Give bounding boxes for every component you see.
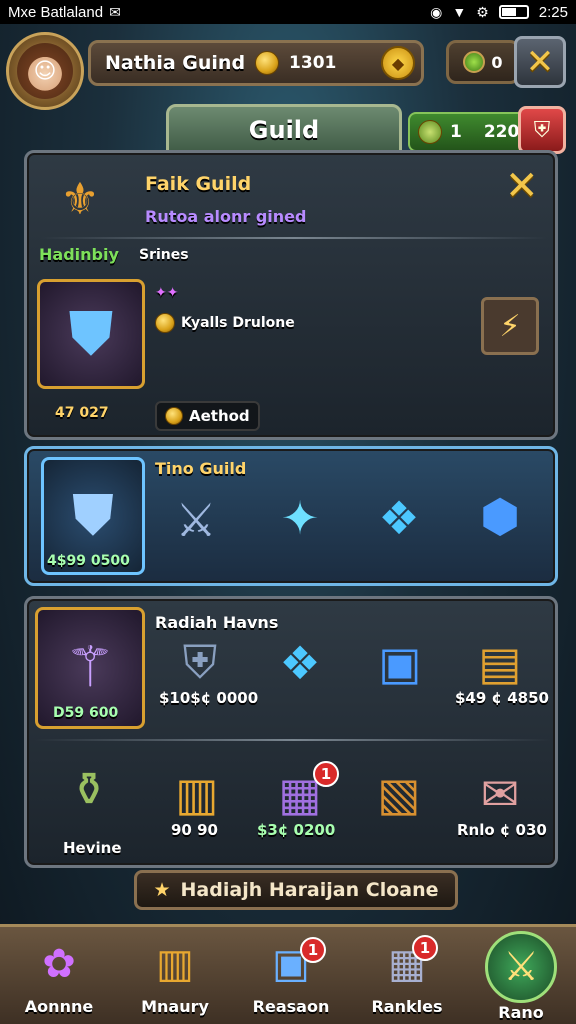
reward-row: Kyalls Drulone (155, 313, 295, 333)
bottom-nav: ✿ Aonnne ▥ Mnaury ▣ 1 Reasaon ▦ 1 Rankle… (0, 924, 576, 1024)
nav-item-5[interactable]: ⚔ Rano (466, 931, 576, 1024)
armor-icon: ⛊ (72, 483, 114, 548)
wifi-icon: ▼ (452, 4, 467, 20)
player-name-plate: Nathia Guind 1301 ◆ (88, 40, 424, 86)
carrier-text: Mxe Batlaland (8, 3, 104, 21)
radiah-title: Radiah Havns (155, 613, 279, 632)
player-avatar[interactable]: ☺ (6, 32, 84, 110)
nav-label: Rano (498, 1003, 544, 1022)
divider (41, 237, 547, 239)
nav-item-4[interactable]: ▦ 1 Rankles (352, 935, 462, 1024)
nav-label: Mnaury (141, 997, 209, 1016)
crate-icon[interactable]: ▧ (367, 759, 431, 829)
tino-guild-panel: ⛊ 4$99 0500 Tino Guild ⚔ ✦ ❖ ⬢ (24, 446, 558, 586)
relic-icon[interactable]: ⚱ (51, 751, 127, 827)
radiah-panel: ⚚ D59 600 Radiah Havns ⛨ $10$¢ 0000 ❖ ▣ … (24, 596, 558, 868)
potion-icon (463, 51, 486, 73)
notification-badge: 1 (313, 761, 339, 787)
rarity-marker: ✦✦ (155, 285, 179, 301)
armor-icon: ⛊ (68, 299, 114, 369)
potion-count: 0 (491, 52, 503, 72)
coin-icon (155, 313, 175, 333)
gem-icon[interactable]: ⬢ (463, 481, 537, 551)
shard-icon[interactable]: ❖ (367, 483, 431, 553)
guild-subtitle: Rutoa alonr gined (145, 207, 307, 226)
notification-badge: 1 (412, 935, 438, 961)
swords-icon: ⚔ (485, 931, 557, 1003)
price-2: $49 ¢ 4850 (455, 689, 549, 707)
gift-box-icon[interactable]: ✉ (465, 759, 535, 829)
price-1: $10$¢ 0000 (159, 689, 259, 707)
tino-title: Tino Guild (155, 459, 247, 478)
nav-item-3[interactable]: ▣ 1 Reasaon (236, 935, 346, 1024)
sword-icon[interactable]: ⚔ (159, 485, 233, 555)
chest-icon[interactable]: ▥ (165, 759, 229, 829)
row2-label-5: Rnlo ¢ 030 (457, 821, 547, 839)
status-bar: Mxe Batlaland ✉ ◉ ▼ ⚙ 2:25 (0, 0, 576, 24)
nav-label: Aonnne (24, 997, 94, 1016)
settings-icon: ⚙ (476, 3, 489, 20)
crystal-icon: ✿ (42, 941, 76, 987)
close-icon[interactable]: ✕ (505, 163, 539, 209)
notification-icon: ✉ (109, 3, 121, 20)
divider (35, 739, 551, 741)
tino-item-value: 4$99 0500 (47, 553, 130, 569)
row2-label-2: 90 90 (171, 821, 218, 839)
method-button[interactable]: Aethod (155, 401, 260, 431)
featured-item-frame[interactable]: ⛊ (37, 279, 145, 389)
staff-icon: ⚚ (64, 635, 116, 700)
close-button[interactable]: ✕ (514, 36, 566, 88)
row2-label-3: $3¢ 0200 (257, 821, 336, 839)
upgrade-button[interactable]: ⚡ (481, 297, 539, 355)
method-label: Aethod (189, 407, 250, 425)
potion-counter[interactable]: 0 (446, 40, 520, 84)
nav-item-1[interactable]: ✿ Aonnne (4, 935, 114, 1024)
leaf-coin-icon (418, 120, 442, 144)
clock: 2:25 (538, 3, 568, 21)
shield-icon[interactable]: ⛨ (518, 106, 566, 154)
row2-label-1: Hevine (63, 839, 122, 857)
gold-amount: 1301 (289, 53, 337, 73)
item-value: 47 027 (55, 405, 109, 421)
guild-emblem: ⚜ (41, 163, 119, 237)
guild-title: Faik Guild (145, 173, 252, 195)
top-bar: ☺ Nathia Guind 1301 ◆ 0 ✕ (0, 30, 576, 110)
gold-coin-icon (255, 51, 280, 75)
event-banner[interactable]: ★ Hadiajh Haraijan Cloane (134, 870, 458, 910)
nav-label: Reasaon (252, 997, 330, 1016)
avatar-icon: ☺ (17, 43, 73, 99)
treasure-icon[interactable]: ▤ (465, 633, 535, 693)
status-label: Hadinbiy (39, 245, 119, 264)
signal-icon: ◉ (430, 3, 443, 20)
nav-label: Rankles (371, 997, 443, 1016)
radiah-item-value: D59 600 (53, 705, 119, 721)
notification-badge: 1 (300, 937, 326, 963)
currency-1: 1 (450, 122, 462, 142)
chest-icon: ▥ (156, 941, 194, 987)
reward-text: Kyalls Drulone (181, 315, 295, 331)
star-icon: ★ (153, 879, 171, 901)
banner-text: Hadiajh Haraijan Cloane (180, 879, 439, 901)
cube-icon[interactable]: ▣ (365, 631, 435, 695)
guild-info-panel: ⚜ Faik Guild Rutoa alonr gined ✕ Hadinbi… (24, 150, 558, 440)
player-name: Nathia Guind (105, 52, 246, 74)
gold-badge-icon[interactable]: ◆ (381, 46, 415, 80)
shard-icon[interactable]: ❖ (265, 633, 335, 693)
tab-guild[interactable]: Guild (166, 104, 402, 156)
status-value: Srines (139, 247, 189, 263)
battery-icon (498, 5, 529, 19)
nav-item-2[interactable]: ▥ Mnaury (120, 935, 230, 1024)
crystal-blade-icon[interactable]: ✦ (263, 483, 337, 553)
helmet-icon[interactable]: ⛨ (165, 633, 235, 693)
emblem-icon: ⚜ (60, 174, 100, 225)
coin-icon (165, 407, 183, 425)
